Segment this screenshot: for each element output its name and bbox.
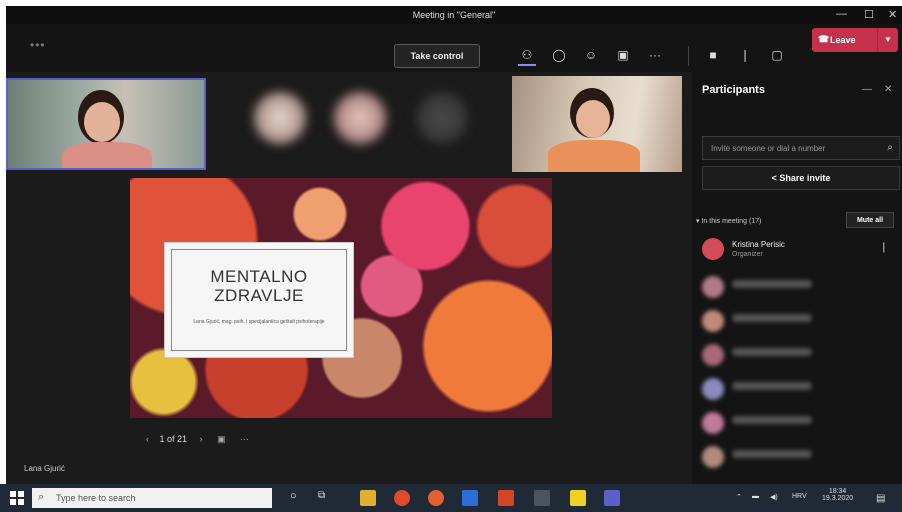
phone-icon: ☎ [818,34,830,44]
taskbar-search[interactable]: ⌕ Type here to search [32,488,272,508]
take-control-button[interactable]: Take control [394,44,480,68]
search-icon: ⌕ [38,491,45,503]
firefox-icon[interactable] [428,490,444,506]
teams-window: Meeting in "General" — ☐ ✕ ••• Take cont… [6,6,902,484]
panel-title: Participants [702,84,765,96]
avatar [702,412,724,434]
more-options-icon[interactable]: ••• [30,38,46,52]
reactions-icon[interactable]: ☺ [582,46,600,64]
list-item[interactable] [702,274,892,304]
volume-icon[interactable]: ◀) [770,493,778,501]
invite-input[interactable]: Invite someone or dial a number ⌕ [702,136,900,160]
toolbar-divider [688,46,689,66]
more-actions-icon[interactable]: ··· [646,46,664,64]
slide-title-line2: ZDRAVLJE [214,286,304,305]
clock-date: 19.3.2020 [822,495,854,502]
slide-page-indicator: 1 of 21 [159,434,188,444]
mic-icon[interactable]: ❘ [736,46,754,64]
slide-navigation: ‹ 1 of 21 › ▣ ··· [146,434,249,445]
avatar-blurred[interactable] [334,92,386,144]
presenter-name: Lana Gjurić [24,464,65,473]
close-icon[interactable]: ✕ [888,8,897,21]
cortana-icon[interactable]: ○ [290,490,306,506]
task-view-icon[interactable]: ⧉ [318,490,334,506]
slide-title-card: MENTALNO ZDRAVLJE Lana Gjurić, mag. psih… [164,242,354,358]
meeting-stage: MENTALNO ZDRAVLJE Lana Gjurić, mag. psih… [6,72,692,484]
avatar [702,310,724,332]
share-screen-icon[interactable]: ▢ [768,46,786,64]
windows-start-icon[interactable] [10,491,24,505]
list-item[interactable] [702,410,892,440]
powerpoint-icon[interactable] [498,490,514,506]
chrome-icon[interactable] [394,490,410,506]
prev-slide-icon[interactable]: ‹ [146,434,149,444]
avatar [702,344,724,366]
rooms-icon[interactable]: ▣ [614,46,632,64]
shared-slide: MENTALNO ZDRAVLJE Lana Gjurić, mag. psih… [130,178,552,418]
avatar [702,276,724,298]
file-explorer-icon[interactable] [360,490,376,506]
leave-button[interactable]: ☎ Leave ▼ [812,28,898,52]
mute-all-button[interactable]: Mute all [846,212,894,228]
slide-title-line1: MENTALNO [210,267,308,286]
more-icon[interactable]: ··· [240,434,249,444]
calculator-icon[interactable] [534,490,550,506]
avatar-blurred[interactable] [254,92,306,144]
video-tile-participant[interactable] [512,76,682,172]
window-title: Meeting in "General" [412,10,496,20]
participant-organizer[interactable]: Kristina Perisic Organizer ❘ [702,236,892,266]
notifications-icon[interactable]: ▤ [876,493,885,504]
avatar [702,238,724,260]
minimize-panel-icon[interactable]: — [862,84,872,95]
chat-icon[interactable]: ◯ [550,46,568,64]
slide-subtitle: Lana Gjurić, mag. psih. i specijalantica… [193,319,325,325]
share-invite-button[interactable]: < Share invite [702,166,900,190]
language-indicator[interactable]: HRV [792,493,807,500]
network-icon[interactable]: ▬ [752,493,759,500]
list-item[interactable] [702,308,892,338]
teams-icon[interactable] [604,490,620,506]
maximize-icon[interactable]: ☐ [864,8,874,21]
close-icon[interactable]: ✕ [884,84,892,95]
list-item[interactable] [702,444,892,474]
title-bar: Meeting in "General" — ☐ ✕ [6,6,902,24]
avatar-blurred[interactable] [416,92,468,144]
slides-grid-icon[interactable]: ▣ [217,434,226,444]
windows-taskbar: ⌕ Type here to search ○ ⧉ ⌃ ▬ ◀) HRV 18:… [0,484,902,512]
next-slide-icon[interactable]: › [200,434,203,444]
avatar [702,446,724,468]
video-tile-participant[interactable] [6,78,206,170]
clock[interactable]: 18:34 19.3.2020 [822,488,853,502]
outlook-icon[interactable] [462,490,478,506]
in-meeting-header[interactable]: ▾ In this meeting (17) [696,217,761,225]
avatar [702,378,724,400]
list-item[interactable] [702,376,892,406]
meeting-toolbar: ••• Take control ⚇ ◯ ☺ ▣ ··· ■ ❘ ▢ [6,24,902,72]
participants-panel: Participants — ✕ Invite someone or dial … [692,72,902,484]
participants-icon[interactable]: ⚇ [518,46,536,66]
search-icon: ⌕ [887,142,893,153]
sticky-notes-icon[interactable] [570,490,586,506]
chevron-down-icon: ▾ [696,218,700,225]
share-icon: < [771,173,777,183]
list-item[interactable] [702,342,892,372]
clock-time: 18:34 [828,488,847,495]
mic-icon: ❘ [879,242,888,253]
chevron-down-icon[interactable]: ▼ [877,28,898,52]
tray-chevron-icon[interactable]: ⌃ [736,493,742,501]
minimize-icon[interactable]: — [836,8,847,20]
camera-icon[interactable]: ■ [704,46,722,64]
